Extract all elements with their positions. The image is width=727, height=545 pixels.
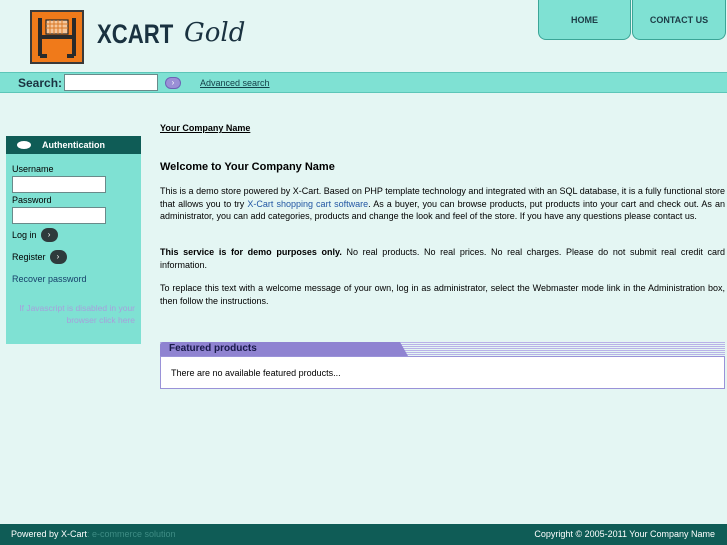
javascript-disabled-link[interactable]: If Javascript is disabled in your browse… [15, 302, 135, 326]
search-input[interactable] [64, 74, 158, 91]
featured-products-box: Featured products There are no available… [160, 342, 725, 389]
username-label: Username [12, 164, 54, 174]
username-field[interactable] [12, 176, 106, 193]
password-field[interactable] [12, 207, 106, 224]
register-button[interactable]: Register › [12, 250, 67, 264]
page-title: Welcome to Your Company Name [160, 161, 335, 173]
register-label: Register [12, 252, 46, 262]
logo-gold-text: Gold [184, 18, 246, 48]
logo-wordmark: XCART [97, 19, 174, 49]
footer-copyright: Copyright © 2005-2011 Your Company Name [534, 529, 715, 539]
search-label: Search: [18, 76, 63, 90]
arrow-right-icon: › [40, 228, 58, 242]
authentication-box: Authentication Username Password Log in … [6, 136, 141, 344]
demo-notice-paragraph: This service is for demo purposes only. … [160, 246, 725, 271]
instructions-paragraph: To replace this text with a welcome mess… [160, 283, 725, 306]
footer-powered-by: Powered by X-Cart: e-commerce solution [11, 529, 176, 539]
login-button[interactable]: Log in › [12, 228, 58, 242]
featured-body: There are no available featured products… [160, 356, 725, 389]
xcart-logo-icon[interactable] [30, 10, 84, 64]
breadcrumb[interactable]: Your Company Name [160, 123, 250, 133]
demo-notice-bold: This service is for demo purposes only. [160, 247, 342, 257]
search-go-button[interactable]: › [165, 77, 181, 89]
xcart-software-link[interactable]: X-Cart shopping cart software [247, 199, 368, 209]
header: XCART Gold HOME CONTACT US [0, 0, 727, 72]
authentication-header: Authentication [6, 136, 141, 154]
intro-paragraph: This is a demo store powered by X-Cart. … [160, 185, 725, 223]
powered-by-suffix: : e-commerce solution [87, 529, 176, 539]
nav-contact-us-tab[interactable]: CONTACT US [632, 0, 726, 40]
nav-home-tab[interactable]: HOME [538, 0, 631, 40]
authentication-title: Authentication [42, 140, 105, 150]
footer: Powered by X-Cart: e-commerce solution C… [0, 524, 727, 545]
login-label: Log in [12, 230, 37, 240]
featured-empty-message: There are no available featured products… [171, 368, 341, 378]
search-bar: Search: › Advanced search [0, 72, 727, 93]
recover-password-link[interactable]: Recover password [12, 274, 87, 284]
powered-by-link[interactable]: Powered by X-Cart [11, 529, 87, 539]
password-label: Password [12, 195, 52, 205]
speech-bubble-icon [17, 141, 31, 149]
arrow-right-icon: › [49, 250, 67, 264]
featured-title: Featured products [169, 343, 257, 354]
advanced-search-link[interactable]: Advanced search [200, 78, 270, 88]
